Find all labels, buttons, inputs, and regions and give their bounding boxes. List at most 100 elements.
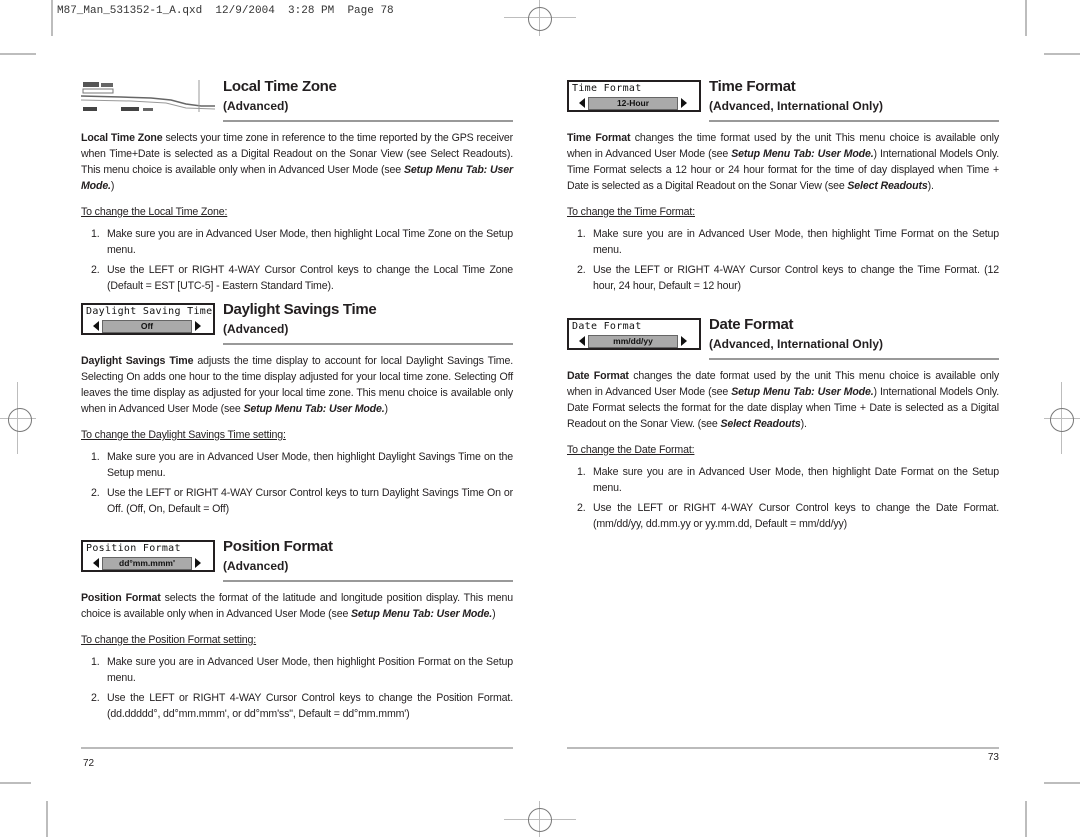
step-text: Make sure you are in Advanced User Mode,…	[593, 228, 999, 256]
section-description: Daylight Savings Time adjusts the time d…	[81, 353, 513, 417]
menu-screen-preview: Date Format mm/dd/yy	[567, 318, 701, 350]
procedure-steps: 1. Make sure you are in Advanced User Mod…	[81, 654, 513, 722]
section-title: Daylight Savings Time	[223, 301, 377, 318]
crop-mark	[51, 0, 53, 36]
section-date-format: Date Format mm/dd/yy Date Format (Advanc…	[567, 316, 999, 536]
term: Date Format	[567, 370, 629, 382]
crop-mark	[46, 801, 48, 837]
procedure-steps: 1. Make sure you are in Advanced User Mod…	[567, 226, 999, 294]
procedure-steps: 1. Make sure you are in Advanced User Mod…	[567, 464, 999, 532]
registration-mark-icon	[1050, 408, 1074, 432]
step-number: 2.	[91, 487, 100, 499]
file-slug: M87_Man_531352-1_A.qxd 12/9/2004 3:28 PM…	[57, 5, 394, 17]
menu-value: dd°mm.mmm'	[102, 557, 192, 570]
page-number: 72	[83, 758, 95, 769]
crop-mark	[0, 53, 36, 55]
step-text: Make sure you are in Advanced User Mode,…	[107, 228, 513, 256]
procedure-steps: 1. Make sure you are in Advanced User Mod…	[81, 226, 513, 294]
menu-label: Time Format	[572, 83, 642, 94]
section-divider	[223, 120, 513, 122]
step-item: 2. Use the LEFT or RIGHT 4-WAY Cursor Con…	[567, 500, 999, 532]
section-subtitle: (Advanced, International Only)	[709, 337, 884, 351]
step-text: Make sure you are in Advanced User Mode,…	[593, 466, 999, 494]
step-item: 2. Use the LEFT or RIGHT 4-WAY Cursor Con…	[81, 690, 513, 722]
section-divider	[709, 120, 999, 122]
section-subtitle: (Advanced)	[223, 559, 289, 573]
step-item: 2. Use the LEFT or RIGHT 4-WAY Cursor Con…	[81, 262, 513, 294]
registration-mark-icon	[528, 808, 552, 832]
menu-screen-preview: Time Format 12-Hour	[567, 80, 701, 112]
section-title: Local Time Zone	[223, 78, 337, 95]
text: ).	[800, 418, 807, 430]
term: Local Time Zone	[81, 132, 163, 144]
step-item: 1. Make sure you are in Advanced User Mod…	[81, 449, 513, 481]
step-number: 2.	[91, 264, 100, 276]
cross-reference: Setup Menu Tab: User Mode.	[243, 403, 385, 415]
procedure-heading: To change the Time Format:	[567, 206, 695, 218]
step-number: 2.	[577, 502, 586, 514]
term: Daylight Savings Time	[81, 355, 194, 367]
section-time-format: Time Format 12-Hour Time Format (Advance…	[567, 78, 999, 298]
cross-reference: Setup Menu Tab: User Mode.	[731, 386, 874, 398]
section-description: Date Format changes the date format used…	[567, 368, 999, 432]
crop-mark	[1044, 53, 1080, 55]
step-item: 1. Make sure you are in Advanced User Mod…	[81, 654, 513, 686]
step-item: 2. Use the LEFT or RIGHT 4-WAY Cursor Con…	[567, 262, 999, 294]
step-number: 2.	[91, 692, 100, 704]
menu-value: mm/dd/yy	[588, 335, 678, 348]
crop-mark	[1025, 0, 1027, 36]
footer-divider	[567, 747, 999, 749]
registration-mark-icon	[528, 7, 552, 31]
text: )	[110, 180, 115, 192]
step-item: 1. Make sure you are in Advanced User Mod…	[81, 226, 513, 258]
section-title: Position Format	[223, 538, 333, 555]
text: ).	[927, 180, 934, 192]
right-arrow-icon	[681, 98, 687, 108]
step-item: 1. Make sure you are in Advanced User Mod…	[567, 226, 999, 258]
section-description: Time Format changes the time format used…	[567, 130, 999, 194]
step-text: Use the LEFT or RIGHT 4-WAY Cursor Contr…	[107, 692, 513, 720]
registration-mark-icon	[8, 408, 32, 432]
section-divider	[709, 358, 999, 360]
section-subtitle: (Advanced, International Only)	[709, 99, 884, 113]
text: )	[384, 403, 389, 415]
step-number: 1.	[91, 228, 100, 240]
section-subtitle: (Advanced)	[223, 99, 289, 113]
menu-label: Date Format	[572, 321, 642, 332]
menu-value: Off	[102, 320, 192, 333]
section-divider	[223, 343, 513, 345]
term: Position Format	[81, 592, 161, 604]
section-title: Date Format	[709, 316, 794, 333]
step-number: 1.	[577, 466, 586, 478]
footer-divider	[81, 747, 513, 749]
step-number: 1.	[577, 228, 586, 240]
step-number: 1.	[91, 451, 100, 463]
left-arrow-icon	[93, 321, 99, 331]
section-divider	[223, 580, 513, 582]
section-position-format: Position Format dd°mm.mmm' Position Form…	[81, 538, 513, 726]
step-text: Use the LEFT or RIGHT 4-WAY Cursor Contr…	[107, 487, 513, 515]
step-number: 2.	[577, 264, 586, 276]
crop-mark	[1044, 782, 1080, 784]
menu-label: Position Format	[86, 543, 181, 554]
step-item: 2. Use the LEFT or RIGHT 4-WAY Cursor Con…	[81, 485, 513, 517]
step-number: 1.	[91, 656, 100, 668]
section-local-time-zone: Local Time Zone (Advanced) Local Time Zo…	[80, 78, 513, 298]
left-arrow-icon	[579, 336, 585, 346]
menu-screen-preview: Position Format dd°mm.mmm'	[81, 540, 215, 572]
step-text: Use the LEFT or RIGHT 4-WAY Cursor Contr…	[593, 502, 999, 530]
procedure-heading: To change the Date Format:	[567, 444, 695, 456]
step-text: Make sure you are in Advanced User Mode,…	[107, 451, 513, 479]
sonar-view-thumbnail-icon	[80, 80, 216, 112]
term: Time Format	[567, 132, 631, 144]
crop-mark	[1025, 801, 1027, 837]
section-subtitle: (Advanced)	[223, 322, 289, 336]
page-number: 73	[987, 752, 999, 763]
text: )	[492, 608, 496, 620]
menu-value: 12-Hour	[588, 97, 678, 110]
section-daylight-savings-time: Daylight Saving Time Off Daylight Saving…	[81, 301, 513, 521]
step-item: 1. Make sure you are in Advanced User Mod…	[567, 464, 999, 496]
step-text: Use the LEFT or RIGHT 4-WAY Cursor Contr…	[107, 264, 513, 292]
section-title: Time Format	[709, 78, 796, 95]
section-description: Local Time Zone selects your time zone i…	[81, 130, 513, 194]
